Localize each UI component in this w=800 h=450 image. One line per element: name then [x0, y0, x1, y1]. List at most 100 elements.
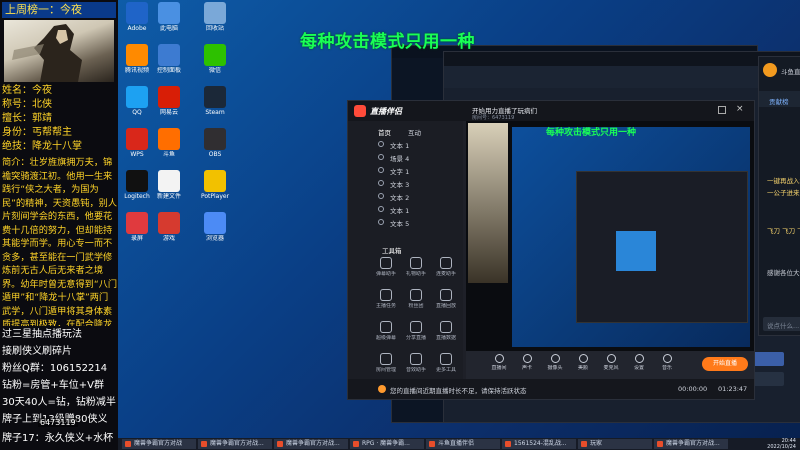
scene-item[interactable]: 场景 4 — [378, 152, 458, 163]
scene-label: 文本 2 — [390, 194, 410, 202]
desktop-icon-label: 浏览器 — [205, 235, 224, 242]
app-icon — [126, 170, 148, 192]
scene-label: 文本 3 — [390, 181, 410, 189]
control-button[interactable]: 设置 — [626, 354, 652, 372]
taskbar-item[interactable]: RPG · 魔兽争霸... — [350, 439, 424, 449]
tool-icon — [440, 353, 452, 365]
scene-label: 场景 4 — [390, 155, 410, 163]
desktop-icon[interactable]: 微信 — [198, 44, 232, 74]
character-portrait — [4, 20, 114, 82]
top-rank-banner: 上周榜一：今夜 — [2, 2, 116, 18]
control-button[interactable]: 摄像头 — [542, 354, 568, 372]
live-companion-window[interactable]: 直播伴侣 开始用力直播了玩病们 房间号：6473119 × 首页 互动 文本 1… — [347, 100, 755, 400]
desktop-icon[interactable]: Steam — [198, 86, 232, 116]
control-button[interactable]: 直播间 — [486, 354, 512, 372]
visibility-icon[interactable] — [378, 154, 384, 160]
app-title: 直播伴侣 — [370, 107, 402, 116]
visibility-icon[interactable] — [378, 206, 384, 212]
desktop-icon-label: QQ — [132, 109, 142, 116]
tool-button[interactable]: 房间管理 — [372, 353, 400, 374]
warning-icon — [378, 385, 386, 393]
control-button[interactable]: 麦克风 — [598, 354, 624, 372]
tool-button[interactable]: 礼物助手 — [402, 257, 430, 278]
app-icon — [158, 86, 180, 108]
tab-contribution[interactable]: 贡献榜 — [769, 96, 789, 106]
desktop-icon[interactable]: 浏览器 — [198, 212, 232, 242]
diamond-promo-line: 30天40人=钻，钻粉减半 — [2, 397, 116, 408]
scene-item[interactable]: 文字 1 — [378, 165, 458, 176]
scene-item[interactable]: 文本 1 — [378, 139, 458, 150]
control-label: 美颜 — [577, 365, 588, 371]
tool-button[interactable]: 直播回放 — [432, 289, 460, 310]
nested-window — [576, 171, 748, 323]
visibility-icon[interactable] — [378, 167, 384, 173]
scene-item[interactable]: 文本 3 — [378, 178, 458, 189]
control-button[interactable]: 美颜 — [570, 354, 596, 372]
desktop-icon[interactable]: OBS — [198, 128, 232, 158]
visibility-icon[interactable] — [378, 141, 384, 147]
tool-button[interactable]: 粉丝团 — [402, 289, 430, 310]
close-icon[interactable]: × — [736, 104, 744, 114]
tool-icon — [380, 353, 392, 365]
chat-input[interactable]: 说点什么... — [763, 317, 800, 331]
desktop-icon[interactable]: 新建文件 — [152, 170, 186, 200]
app-icon — [204, 128, 226, 150]
desktop-icon[interactable]: 此电脑 — [152, 2, 186, 32]
promo-line-2: 接刷侠义刷碎片 — [2, 346, 72, 357]
taskbar-item[interactable]: 玩家 — [578, 439, 652, 449]
stream-preview: 每种攻击模式只用一种 — [466, 121, 754, 351]
app-icon — [204, 86, 226, 108]
control-icon — [662, 354, 672, 363]
desktop-icon[interactable]: 录屏 — [120, 212, 154, 242]
control-button[interactable]: 声卡 — [514, 354, 540, 372]
time-total: 01:23:47 — [718, 385, 748, 393]
fan-group-line: 粉丝Q群：106152214 — [2, 363, 108, 374]
app-icon — [158, 2, 180, 24]
tool-button[interactable]: 直播数据 — [432, 321, 460, 342]
desktop-icon[interactable]: QQ — [120, 86, 154, 116]
visibility-icon[interactable] — [378, 193, 384, 199]
streamer-overlay-panel: 上周榜一：今夜 姓名：今夜 称号：北侠 擅长：郭靖 身份：丐帮帮主 绝技：降龙十… — [0, 0, 118, 450]
visibility-icon[interactable] — [378, 180, 384, 186]
tool-button[interactable]: 主播任务 — [372, 289, 400, 310]
taskbar-item[interactable]: 1561524-混乱战... — [502, 439, 576, 449]
scene-item[interactable]: 文本 5 — [378, 217, 458, 228]
control-label: 音乐 — [661, 365, 672, 371]
info-line-skill-hero: 擅长：郭靖 — [2, 113, 52, 124]
live-chat-window[interactable]: 斗鱼直播间 贡献榜 一键再战入场 😊 一公子进来了 飞刀 飞刀 飞刀 感谢各位大… — [758, 56, 800, 336]
scene-label: 文本 1 — [390, 142, 410, 150]
desktop-icon[interactable]: 网易云 — [152, 86, 186, 116]
taskbar-item[interactable]: 魔兽争霸官方对战... — [274, 439, 348, 449]
scene-item[interactable]: 文本 2 — [378, 191, 458, 202]
tool-button[interactable]: 分享直播 — [402, 321, 430, 342]
tool-button[interactable]: 弹幕助手 — [372, 257, 400, 278]
taskbar-item[interactable]: 斗鱼直播伴侣 — [426, 439, 500, 449]
tool-button[interactable]: 超级弹幕 — [372, 321, 400, 342]
scene-item[interactable]: 文本 1 — [378, 204, 458, 215]
visibility-icon[interactable] — [378, 219, 384, 225]
desktop-icon[interactable]: 游戏 — [152, 212, 186, 242]
control-button[interactable]: 音乐 — [654, 354, 680, 372]
taskbar-item[interactable]: 魔兽争霸官方对战... — [654, 439, 728, 449]
desktop-icon-label: WPS — [130, 151, 144, 158]
desktop-icon[interactable]: Logitech — [120, 170, 154, 200]
maximize-icon[interactable] — [718, 106, 726, 114]
chat-message: 感谢各位大佬支持 — [767, 269, 800, 277]
desktop-icon[interactable]: 控制面板 — [152, 44, 186, 74]
control-icon — [494, 354, 504, 363]
tool-button[interactable]: 更多工具 — [432, 353, 460, 374]
tool-button[interactable]: 连麦助手 — [432, 257, 460, 278]
desktop-icon[interactable]: Adobe — [120, 2, 154, 32]
taskbar-item[interactable]: 魔兽争霸官方对战 — [122, 439, 196, 449]
tab-interact[interactable]: 互动 — [408, 127, 421, 137]
start-live-button[interactable]: 开始直播 — [702, 357, 748, 371]
tool-button[interactable]: 音效助手 — [402, 353, 430, 374]
taskbar-item[interactable]: 魔兽争霸官方对战... — [198, 439, 272, 449]
tab-home[interactable]: 首页 — [378, 127, 391, 137]
desktop-icon[interactable]: 腾讯视频 — [120, 44, 154, 74]
desktop-icon[interactable]: 斗鱼 — [152, 128, 186, 158]
desktop-icon[interactable]: WPS — [120, 128, 154, 158]
live-sidebar: 首页 互动 文本 1 场景 4 文字 1 文本 3 文本 2 文本 1 文本 5 工具箱 弹… — [348, 121, 463, 399]
desktop-icon[interactable]: PotPlayer — [198, 170, 232, 200]
desktop-icon[interactable]: 回收站 — [198, 2, 232, 32]
